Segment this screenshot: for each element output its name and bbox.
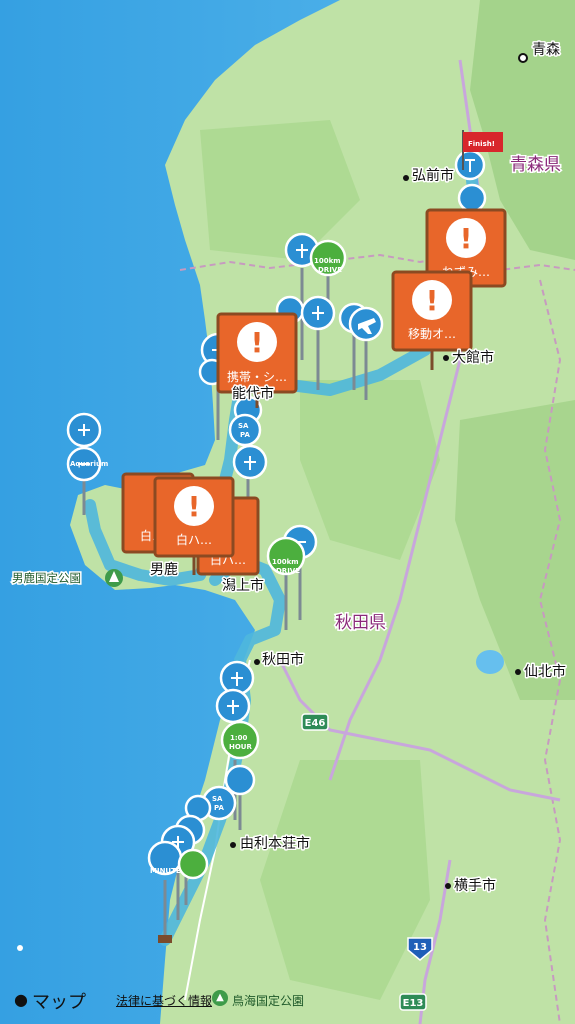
svg-text:1:00: 1:00 [230, 734, 248, 742]
apple-logo-icon: ● [14, 990, 28, 1009]
map-footer: ● マップ 法律に基づく情報 ▲ 鳥海国定公園 [0, 976, 575, 1024]
start-marker [158, 935, 172, 943]
map-canvas[interactable]: SA PA SA PA Aquarium 100km DRIVE 100km D… [0, 0, 575, 1024]
lake [476, 650, 504, 674]
svg-text:白ハ…: 白ハ… [176, 532, 212, 547]
svg-text:13: 13 [413, 942, 427, 953]
city-label-noshiro: 能代市 [232, 385, 274, 402]
city-label-yurihonjo: 由利本荘市 [240, 835, 310, 852]
svg-text:MINUTE: MINUTE [150, 867, 181, 875]
svg-text:PA: PA [240, 431, 250, 439]
svg-text:!: ! [460, 222, 473, 255]
svg-text:携帯・シ…: 携帯・シ… [227, 369, 287, 384]
svg-text:Finish!: Finish! [468, 140, 495, 148]
svg-text:!: ! [188, 490, 201, 523]
road-shield-e46: E46 [301, 713, 329, 731]
svg-text:移動オ…: 移動オ… [408, 327, 456, 341]
svg-text:!: ! [426, 284, 439, 317]
svg-text:Aquarium: Aquarium [70, 460, 108, 468]
park-icon: ▲ [212, 990, 228, 1006]
svg-text:PA: PA [214, 804, 224, 812]
city-label-semboku: 仙北市 [524, 663, 566, 680]
svg-text:100km: 100km [314, 257, 341, 265]
city-label-oga: 男鹿 [150, 561, 178, 578]
svg-text:HOUR: HOUR [229, 743, 252, 751]
city-label-aomori: 青森 [532, 42, 560, 58]
park-label-chokai: 鳥海国定公園 [232, 994, 305, 1008]
svg-text:DRIVE: DRIVE [276, 567, 300, 575]
svg-text:!: ! [251, 326, 264, 359]
svg-text:SA: SA [238, 422, 249, 430]
city-label-yokote: 横手市 [454, 877, 496, 894]
prefecture-label-aomori: 青森県 [510, 155, 561, 175]
city-label-katagami: 潟上市 [222, 577, 264, 594]
svg-text:E46: E46 [305, 718, 326, 729]
svg-text:DRIVE: DRIVE [318, 266, 342, 274]
island-dot [17, 945, 23, 951]
maps-brand: マップ [32, 992, 86, 1013]
svg-text:男鹿国定公園: 男鹿国定公園 [12, 571, 81, 585]
svg-text:SA: SA [212, 795, 223, 803]
prefecture-label-akita: 秋田県 [335, 613, 386, 633]
svg-text:100km: 100km [272, 558, 299, 566]
legal-link[interactable]: 法律に基づく情報 [116, 992, 212, 1009]
city-label-akita: 秋田市 [262, 651, 304, 668]
city-label-odate: 大館市 [452, 349, 494, 366]
city-label-hirosaki: 弘前市 [412, 167, 454, 184]
